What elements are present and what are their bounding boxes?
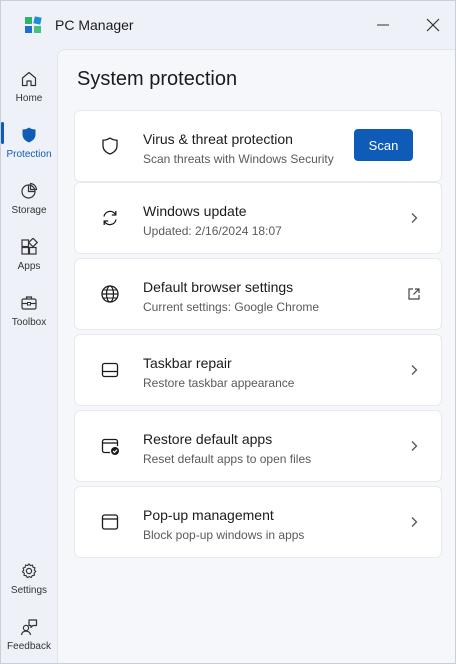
sidebar-item-settings[interactable]: Settings [1, 557, 57, 611]
sidebar-item-label: Feedback [7, 641, 51, 652]
card-subtitle: Restore taskbar appearance [143, 376, 295, 390]
card-popup-management[interactable]: Pop-up management Block pop-up windows i… [74, 486, 442, 558]
sidebar: Home Protection Storage Apps Toolbox Set… [1, 49, 57, 663]
card-title: Restore default apps [143, 431, 273, 447]
shield-outline-icon [99, 135, 121, 157]
scan-button[interactable]: Scan [354, 129, 413, 161]
card-subtitle: Block pop-up windows in apps [143, 528, 305, 542]
minimize-button[interactable] [363, 9, 403, 41]
sidebar-item-storage[interactable]: Storage [1, 177, 57, 231]
title-bar: PC Manager [1, 1, 455, 49]
card-windows-update[interactable]: Windows update Updated: 2/16/2024 18:07 [74, 182, 442, 254]
chevron-right-icon [405, 361, 423, 379]
globe-icon [99, 283, 121, 305]
app-window-check-icon [99, 435, 121, 457]
chevron-right-icon [405, 513, 423, 531]
card-subtitle: Reset default apps to open files [143, 452, 312, 466]
app-title: PC Manager [55, 17, 134, 33]
shield-icon [19, 125, 39, 145]
page-title: System protection [77, 68, 238, 90]
card-restore-default-apps[interactable]: Restore default apps Reset default apps … [74, 410, 442, 482]
feedback-icon [19, 617, 39, 637]
home-icon [19, 69, 39, 89]
card-title: Virus & threat protection [143, 131, 293, 147]
sidebar-item-protection[interactable]: Protection [1, 121, 57, 175]
pc-manager-logo-icon [23, 15, 43, 35]
card-title: Pop-up management [143, 507, 274, 523]
card-subtitle: Current settings: Google Chrome [143, 300, 320, 314]
sidebar-item-label: Home [15, 93, 43, 104]
pc-manager-window: PC Manager Home Protection Storage Apps … [0, 0, 456, 664]
card-default-browser-settings[interactable]: Default browser settings Current setting… [74, 258, 442, 330]
sidebar-item-toolbox[interactable]: Toolbox [1, 289, 57, 343]
sidebar-item-apps[interactable]: Apps [1, 233, 57, 287]
card-virus-threat-protection[interactable]: Virus & threat protection Scan threats w… [74, 110, 442, 182]
main-content: System protection Virus & threat protect… [57, 49, 455, 663]
sidebar-item-label: Toolbox [11, 317, 47, 328]
sidebar-item-label: Apps [17, 261, 41, 272]
sidebar-item-label: Protection [6, 149, 52, 160]
sync-icon [99, 207, 121, 229]
sidebar-item-label: Settings [10, 585, 48, 596]
external-link-icon [405, 285, 423, 303]
apps-grid-icon [19, 237, 39, 257]
taskbar-icon [99, 359, 121, 381]
sidebar-item-feedback[interactable]: Feedback [1, 613, 57, 663]
chevron-right-icon [405, 209, 423, 227]
card-subtitle: Updated: 2/16/2024 18:07 [143, 224, 282, 238]
gear-icon [19, 561, 39, 581]
pie-chart-icon [19, 181, 39, 201]
popup-window-icon [99, 511, 121, 533]
close-button[interactable] [413, 9, 453, 41]
minimize-icon [377, 24, 389, 26]
card-title: Windows update [143, 203, 247, 219]
chevron-right-icon [405, 437, 423, 455]
card-title: Taskbar repair [143, 355, 232, 371]
sidebar-item-label: Storage [11, 205, 47, 216]
card-subtitle: Scan threats with Windows Security [143, 152, 334, 166]
sidebar-item-home[interactable]: Home [1, 65, 57, 119]
card-title: Default browser settings [143, 279, 294, 295]
close-icon [426, 18, 440, 32]
card-taskbar-repair[interactable]: Taskbar repair Restore taskbar appearanc… [74, 334, 442, 406]
toolbox-icon [19, 293, 39, 313]
